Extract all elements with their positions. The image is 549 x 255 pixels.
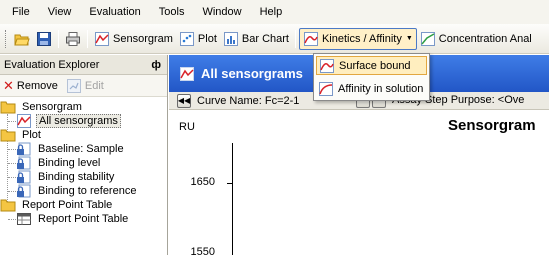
menu-view[interactable]: View	[39, 0, 81, 24]
save-button[interactable]	[33, 28, 55, 50]
menu-item-affinity-in-solution[interactable]: Affinity in solution	[316, 79, 427, 98]
bar-chart-label: Bar Chart	[241, 32, 289, 45]
pin-icon[interactable]: ф	[151, 59, 161, 71]
tree-label: Plot	[22, 129, 41, 141]
toolbar-separator	[294, 29, 296, 48]
tree-label: Baseline: Sample	[38, 143, 124, 155]
y-tick	[227, 183, 232, 184]
sensorgram-icon	[94, 31, 110, 47]
y-tick-label: 1550	[190, 246, 215, 255]
tree-label: Binding level	[38, 157, 101, 169]
menu-item-label: Surface bound	[339, 59, 411, 72]
remove-button[interactable]: ✕ Remove	[3, 77, 58, 93]
kinetics-affinity-dropdown: Surface bound Affinity in solution	[313, 53, 430, 101]
bar-chart-icon	[223, 31, 239, 47]
first-curve-button[interactable]: ◀◀	[177, 93, 191, 108]
printer-icon	[65, 31, 81, 47]
delete-x-icon: ✕	[3, 77, 14, 93]
menu-bar: File View Evaluation Tools Window Help	[0, 0, 549, 24]
locked-plot-icon	[16, 183, 32, 199]
menu-evaluation[interactable]: Evaluation	[80, 0, 149, 24]
menu-item-surface-bound[interactable]: Surface bound	[316, 56, 427, 75]
folder-icon	[0, 197, 16, 213]
edit-button[interactable]: Edit	[66, 78, 104, 94]
plot-label: Plot	[197, 32, 217, 45]
menu-tools[interactable]: Tools	[150, 0, 194, 24]
tree-label: Report Point Table	[22, 199, 113, 211]
y-axis-unit: RU	[179, 121, 195, 133]
y-tick-label: 1650	[190, 176, 215, 188]
toolbar-grip[interactable]	[5, 29, 8, 48]
tree-item-baseline-sample[interactable]: Baseline: Sample	[0, 142, 167, 156]
sensorgram-label: Sensorgram	[113, 32, 173, 45]
concentration-analysis-label: Concentration Anal	[438, 32, 532, 45]
evaluation-explorer-panel: Evaluation Explorer ф ✕ Remove Edit Sens…	[0, 55, 168, 255]
toolbar: Sensorgram Plot Bar Chart Kinetics / Aff…	[0, 24, 549, 54]
folder-icon	[0, 127, 16, 143]
tree-label: Sensorgram	[22, 101, 82, 113]
tree-item-report-point-table[interactable]: Report Point Table	[0, 212, 167, 226]
tree-item-all-sensorgrams[interactable]: All sensorgrams	[0, 114, 167, 128]
menu-item-label: Affinity in solution	[338, 82, 424, 95]
tree-label: Report Point Table	[38, 213, 129, 225]
affinity-icon	[318, 81, 334, 97]
menu-file[interactable]: File	[4, 0, 39, 24]
explorer-title: Evaluation Explorer	[4, 58, 100, 71]
print-button[interactable]	[62, 28, 84, 50]
toolbar-separator	[58, 29, 59, 48]
concentration-analysis-button[interactable]: Concentration Anal	[417, 28, 535, 50]
edit-icon	[66, 78, 82, 94]
kinetics-affinity-button[interactable]: Kinetics / Affinity ▼	[298, 27, 417, 50]
tree-item-binding-level[interactable]: Binding level	[0, 156, 167, 170]
document-tab-title: All sensorgrams	[201, 66, 303, 81]
sensorgram-button[interactable]: Sensorgram	[91, 28, 176, 50]
y-axis	[232, 143, 233, 255]
tree-label: All sensorgrams	[36, 114, 121, 128]
chart-title: Sensorgram	[448, 117, 536, 134]
folder-icon	[0, 99, 16, 115]
tree-item-binding-to-reference[interactable]: Binding to reference	[0, 184, 167, 198]
folder-open-icon	[14, 31, 30, 47]
tree-folder-report-point-table[interactable]: Report Point Table	[0, 198, 167, 212]
menu-help[interactable]: Help	[251, 0, 292, 24]
tree-folder-sensorgram[interactable]: Sensorgram	[0, 100, 167, 114]
kinetics-icon	[319, 58, 335, 74]
table-icon	[16, 211, 32, 227]
bar-chart-button[interactable]: Bar Chart	[220, 28, 292, 50]
plot-button[interactable]: Plot	[176, 28, 220, 50]
sensorgram-icon	[16, 113, 32, 129]
remove-label: Remove	[16, 79, 58, 92]
save-disk-icon	[36, 31, 52, 47]
menu-window[interactable]: Window	[193, 0, 250, 24]
sensorgram-icon	[179, 66, 195, 82]
kinetics-affinity-label: Kinetics / Affinity	[321, 32, 402, 45]
chevron-down-icon: ▼	[405, 35, 413, 42]
application-window: File View Evaluation Tools Window Help S…	[0, 0, 549, 255]
concentration-icon	[420, 31, 436, 47]
open-button[interactable]	[11, 28, 33, 50]
curve-name: Curve Name: Fc=2-1	[197, 94, 300, 107]
sensorgram-plot[interactable]: RU Sensorgram 1650 1550	[169, 111, 549, 255]
tree-item-binding-stability[interactable]: Binding stability	[0, 170, 167, 184]
tree-label: Binding to reference	[38, 185, 137, 197]
toolbar-separator	[87, 29, 88, 48]
edit-label: Edit	[84, 79, 104, 92]
kinetics-icon	[303, 31, 319, 47]
tree-label: Binding stability	[38, 171, 115, 183]
plot-icon	[179, 31, 195, 47]
explorer-header: Evaluation Explorer ф	[0, 55, 167, 75]
tree-folder-plot[interactable]: Plot	[0, 128, 167, 142]
explorer-tools: ✕ Remove Edit	[0, 75, 167, 97]
explorer-tree: Sensorgram All sensorgrams Plot Baseline…	[0, 97, 167, 226]
